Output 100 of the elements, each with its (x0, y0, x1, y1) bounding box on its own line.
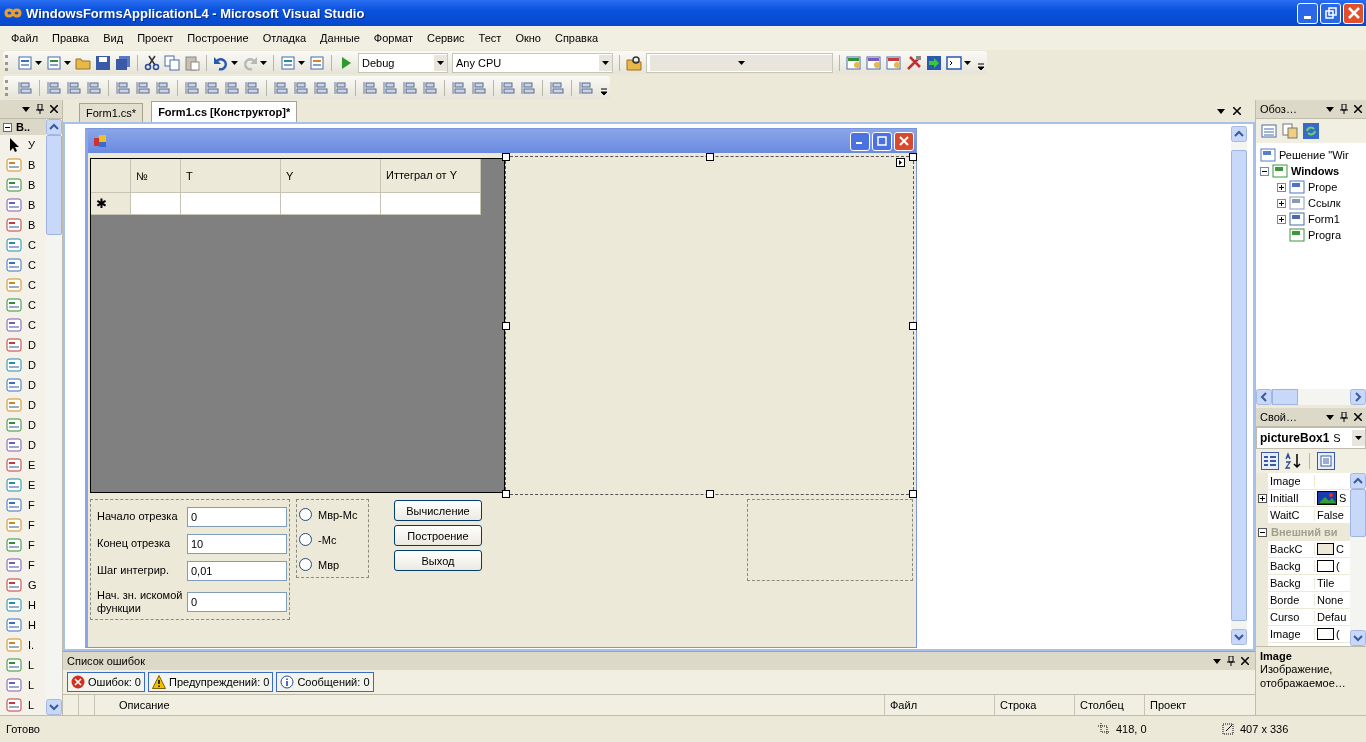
property-value[interactable]: C (1336, 543, 1344, 555)
toolbar-overflow-icon[interactable] (600, 88, 608, 96)
toolbox-item[interactable]: L (0, 695, 46, 715)
toolbox-item[interactable]: F (0, 495, 46, 515)
toolbox-item[interactable]: L (0, 675, 46, 695)
menu-item[interactable]: Сервис (419, 32, 472, 44)
align-icon[interactable] (115, 79, 131, 96)
find-in-files-icon[interactable] (626, 54, 642, 71)
vertical-scrollbar[interactable] (1350, 473, 1366, 646)
align-icon[interactable] (46, 79, 62, 96)
align-icon[interactable] (422, 79, 438, 96)
menu-item[interactable]: Отладка (255, 32, 314, 44)
menu-item[interactable]: Окно (508, 32, 548, 44)
close-button[interactable] (1343, 2, 1364, 24)
tree-item[interactable]: Prope (1308, 181, 1338, 193)
align-icon[interactable] (224, 79, 240, 96)
document-tab[interactable]: Form1.cs [Конструктор]* (151, 101, 298, 122)
refresh-icon[interactable] (1303, 123, 1319, 139)
toolbox-item[interactable]: C (0, 255, 46, 275)
resize-handle[interactable] (502, 490, 510, 498)
scroll-up-button[interactable] (1350, 473, 1366, 489)
toolbox-item[interactable]: H (0, 595, 46, 615)
window-icon[interactable] (886, 54, 902, 71)
menu-item[interactable]: Справка (547, 32, 606, 44)
toolbox-item[interactable]: E (0, 475, 46, 495)
toolbox-item[interactable]: L (0, 655, 46, 675)
menu-item[interactable]: Построение (180, 32, 256, 44)
align-icon[interactable] (402, 79, 418, 96)
expander-icon[interactable] (1277, 182, 1286, 192)
filter-button[interactable]: Сообщений: 0 (276, 672, 374, 692)
align-icon[interactable] (451, 79, 467, 96)
toolbox-category[interactable]: В.. (0, 119, 46, 135)
toolbox-item[interactable]: B (0, 155, 46, 175)
scroll-up-button[interactable] (46, 119, 62, 135)
window-icon[interactable] (946, 54, 962, 71)
close-icon[interactable] (1233, 107, 1241, 115)
align-icon[interactable] (333, 79, 349, 96)
toolbox-item[interactable]: C (0, 235, 46, 255)
dropdown-arrow-icon[interactable] (1213, 658, 1221, 664)
resize-handle[interactable] (909, 153, 917, 161)
property-value[interactable]: ( (1336, 628, 1340, 640)
toolbox-item[interactable]: H (0, 615, 46, 635)
property-name[interactable]: WaitC (1268, 509, 1315, 521)
pin-icon[interactable] (1340, 412, 1348, 422)
document-icon[interactable] (17, 54, 33, 71)
undo-icon[interactable] (213, 54, 229, 71)
toolbox-item[interactable]: C (0, 275, 46, 295)
menu-item[interactable]: Проект (130, 32, 181, 44)
resize-handle[interactable] (909, 321, 917, 330)
horizontal-scrollbar[interactable] (1256, 389, 1366, 405)
align-icon[interactable] (382, 79, 398, 96)
tree-item[interactable]: Windows (1291, 165, 1340, 177)
property-name[interactable]: Image (1268, 475, 1315, 487)
table-cell[interactable] (281, 193, 381, 215)
dropdown-arrow-icon[interactable] (1217, 108, 1225, 114)
scroll-left-button[interactable] (1256, 389, 1272, 405)
align-icon[interactable] (362, 79, 378, 96)
show-all-files-icon[interactable] (1282, 123, 1298, 139)
resize-handle[interactable] (705, 490, 714, 498)
dropdown-arrow-icon[interactable] (22, 106, 30, 112)
close-icon[interactable] (1354, 413, 1362, 421)
close-button[interactable] (894, 131, 914, 151)
resize-handle[interactable] (502, 321, 510, 330)
property-pages-icon[interactable] (1317, 452, 1335, 470)
close-icon[interactable] (1241, 657, 1249, 665)
toolbox-item[interactable]: D (0, 375, 46, 395)
filter-button[interactable]: Предупреждений: 0 (148, 672, 274, 692)
toolbox-item[interactable]: F (0, 555, 46, 575)
toolbox-item[interactable]: B (0, 175, 46, 195)
scroll-down-button[interactable] (1231, 629, 1247, 645)
minimize-button[interactable] (850, 131, 870, 151)
property-name[interactable]: Backg (1268, 577, 1315, 589)
form-button[interactable]: Выход (394, 550, 482, 571)
tools-icon[interactable] (906, 54, 922, 71)
form-button[interactable]: Вычисление (394, 500, 482, 521)
column-header[interactable]: Проект (1145, 695, 1255, 715)
window-icon[interactable] (846, 54, 862, 71)
align-icon[interactable] (204, 79, 220, 96)
categorized-icon[interactable] (1261, 452, 1279, 470)
align-icon[interactable] (155, 79, 171, 96)
toolbox-item[interactable]: C (0, 315, 46, 335)
dropdown-arrow-icon[interactable] (964, 60, 971, 65)
document-icon[interactable] (280, 54, 296, 71)
scissors-icon[interactable] (144, 54, 160, 71)
menu-item[interactable]: Вид (96, 32, 131, 44)
radio-option[interactable]: Мвр (299, 552, 368, 577)
tree-item[interactable]: Решение "Wir (1279, 149, 1349, 161)
align-icon[interactable] (17, 79, 33, 96)
menu-item[interactable]: Тест (471, 32, 509, 44)
resize-handle[interactable] (502, 153, 510, 161)
radio-option[interactable]: Мвр-Мс (299, 502, 368, 527)
scrollbar-thumb[interactable] (1272, 389, 1298, 405)
toolbox-item[interactable]: D (0, 335, 46, 355)
pin-icon[interactable] (1340, 104, 1348, 114)
toolbox-item[interactable]: F (0, 535, 46, 555)
align-icon[interactable] (313, 79, 329, 96)
align-icon[interactable] (66, 79, 82, 96)
input-field[interactable]: 0 (187, 592, 287, 612)
expander-icon[interactable] (1277, 214, 1286, 224)
menu-item[interactable]: Формат (366, 32, 420, 44)
